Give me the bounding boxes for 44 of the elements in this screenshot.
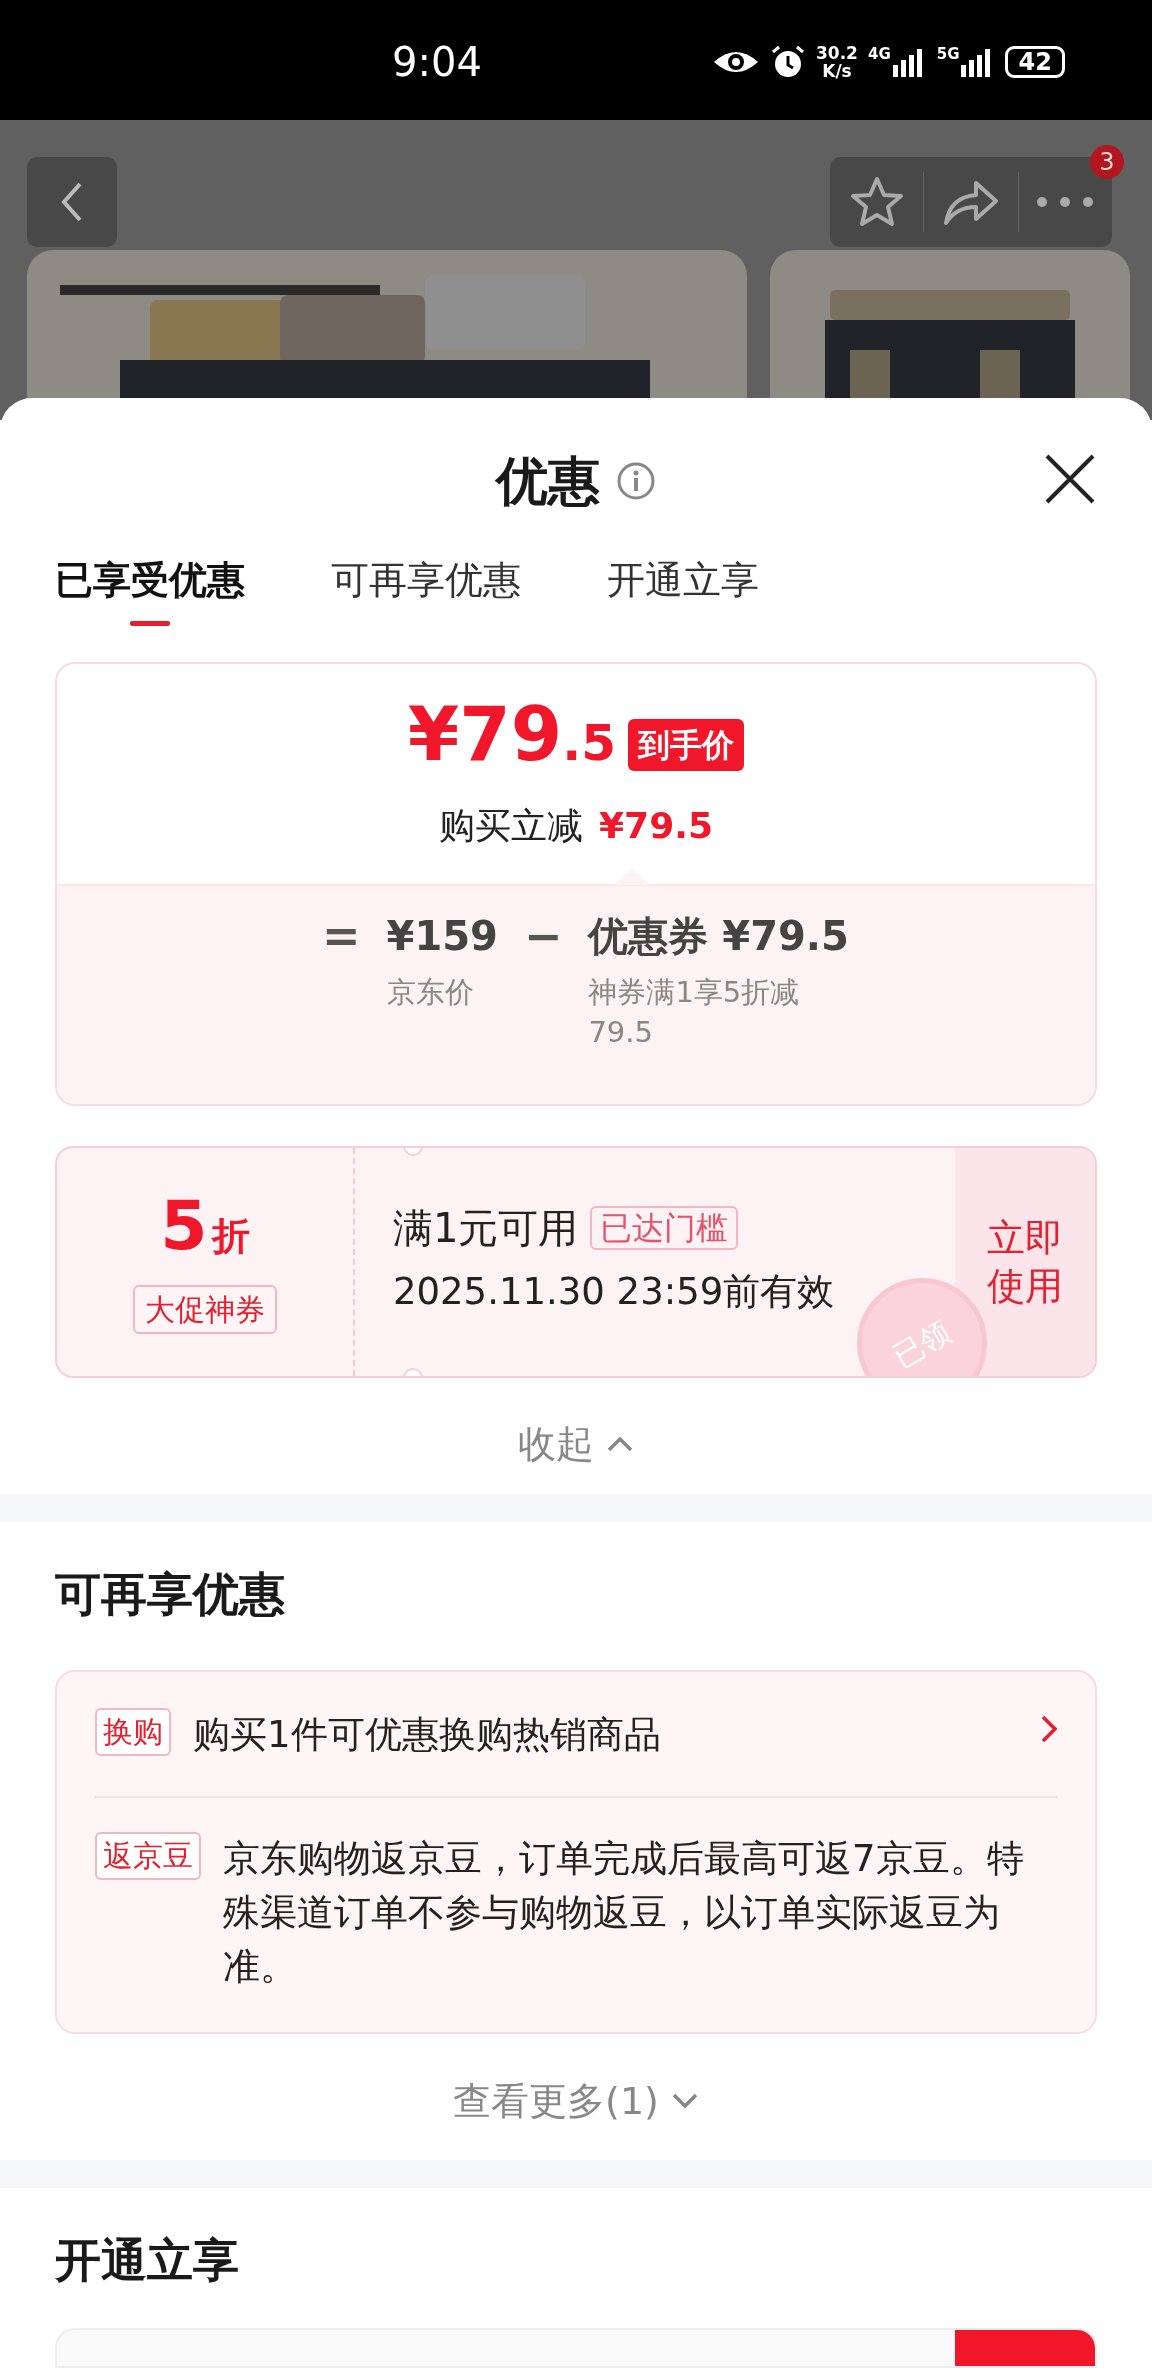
discount-value: 5 折 <box>160 1190 250 1267</box>
expand-toggle[interactable]: 查看更多(1) <box>453 2072 699 2130</box>
network-type: 4G <box>867 47 891 62</box>
price-tag: 到手价 <box>628 718 745 771</box>
price-label: 京东价 <box>386 974 475 1011</box>
saving-label: 购买立减 <box>439 804 584 848</box>
tab[interactable]: 可再享优惠 <box>331 534 521 626</box>
saving-value: ¥79.5 <box>599 804 713 848</box>
minus-sign: − <box>523 908 563 965</box>
info-icon[interactable] <box>616 461 656 501</box>
original-price: ¥159 <box>386 912 498 961</box>
clock-time: 9:04 <box>392 38 482 86</box>
coupon-type: 大促神券 <box>133 1284 277 1334</box>
section-heading: 开通立享 <box>54 2232 240 2289</box>
coupon-condition: 满1元可用 <box>393 1204 579 1253</box>
battery-level: 42 <box>1005 46 1065 78</box>
back-button[interactable] <box>27 157 117 247</box>
offer-text: 购买1件可优惠换购热销商品 <box>193 1712 662 1758</box>
back-icon <box>60 180 84 224</box>
offer-text: 京东购物返京豆，订单完成后最高可返7京豆。特殊渠道订单不参与购物返豆，以订单实际返豆为准。 <box>223 1836 1025 1990</box>
coupon-note: 神券满1享5折减79.5 <box>588 974 801 1051</box>
coupon-validity: 2025.11.30 23:59前有效 <box>393 1269 836 1315</box>
network-unit: K/s <box>821 62 853 80</box>
network-speed: 30.2 <box>816 44 858 62</box>
offer-tag: 换购 <box>95 1708 171 1756</box>
close-icon <box>1043 452 1097 506</box>
section-heading: 可再享优惠 <box>54 1566 286 1623</box>
use-button[interactable]: 立即使用 <box>955 1148 1095 1376</box>
tab[interactable]: 开通立享 <box>607 534 759 626</box>
more-icon <box>1035 195 1096 209</box>
chevron-right-icon <box>1041 1714 1057 1744</box>
condition-badge: 已达门槛 <box>590 1206 739 1250</box>
tab[interactable]: 已享受优惠 <box>55 534 245 626</box>
sheet-title: 优惠 <box>496 450 600 513</box>
chevron-button[interactable] <box>1041 1714 1057 1744</box>
close-button[interactable] <box>1043 452 1097 506</box>
expand-toggle[interactable]: 收起 <box>518 1415 634 1473</box>
equals-sign: = <box>322 908 361 965</box>
offer-tag: 返京豆 <box>95 1832 201 1880</box>
star-icon <box>848 175 905 229</box>
alarm-icon <box>770 44 806 80</box>
final-price: ¥79.5 <box>407 694 617 779</box>
network-type: 5G <box>936 47 960 62</box>
coupon-discount: 优惠券 ¥79.5 <box>588 912 849 961</box>
